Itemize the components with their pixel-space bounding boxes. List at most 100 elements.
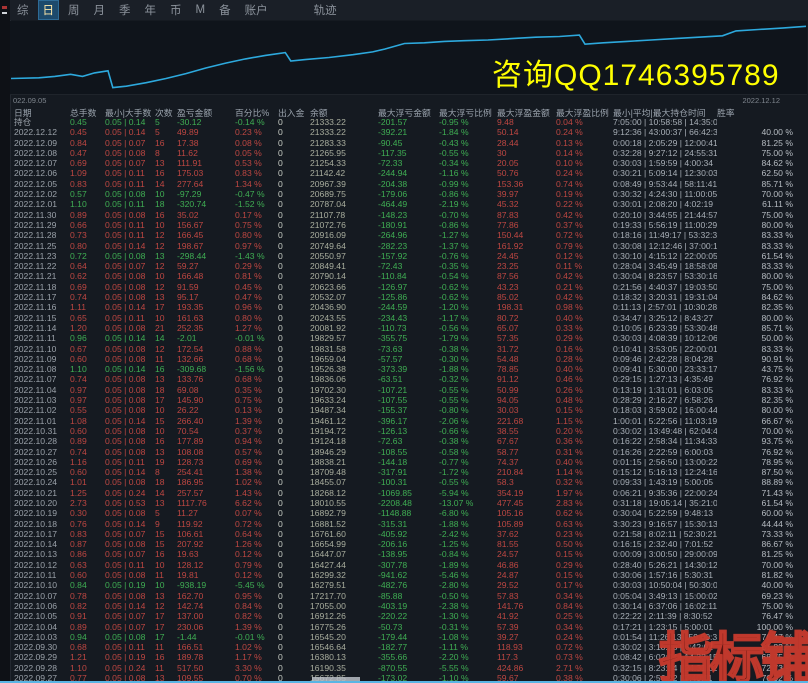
table-row[interactable]: 2022.10.261.160.05 | 0.1119128.730.69 %0… — [0, 457, 808, 467]
table-row[interactable]: 2022.10.170.830.05 | 0.0715106.610.64 %0… — [0, 529, 808, 539]
table-row[interactable]: 2022.11.280.730.05 | 0.1112166.450.80 %0… — [0, 230, 808, 240]
table-row[interactable]: 2022.10.190.300.05 | 0.08511.270.07 %016… — [0, 508, 808, 518]
table-row[interactable]: 2022.10.070.780.05 | 0.0813162.700.95 %0… — [0, 591, 808, 601]
cell-max-float-profit: 85.02 — [497, 292, 556, 302]
table-row[interactable]: 持仓0.450.05 | 0.145-30.12-0.14 %021333.22… — [0, 117, 808, 127]
table-row[interactable]: 2022.10.180.760.05 | 0.149119.920.72 %01… — [0, 519, 808, 529]
table-row[interactable]: 2022.10.140.870.05 | 0.0815207.921.26 %0… — [0, 539, 808, 549]
tab-daily[interactable]: 日 — [38, 0, 60, 20]
cell-lots: 0.89 — [70, 210, 105, 220]
table-row[interactable]: 2022.10.040.890.05 | 0.0717230.061.39 %0… — [0, 622, 808, 632]
cell-balance: 18455.07 — [310, 477, 378, 487]
cell-minmax-lots: 0.05 | 0.08 — [105, 282, 155, 292]
table-row[interactable]: 2022.11.300.890.05 | 0.081635.020.17 %02… — [0, 210, 808, 220]
table-row[interactable]: 2022.12.090.840.05 | 0.071617.380.08 %02… — [0, 138, 808, 148]
tab-currency[interactable]: 币 — [165, 0, 187, 20]
cell-balance: 20081.92 — [310, 323, 378, 333]
cell-date: 2022.11.02 — [14, 405, 70, 415]
table-row[interactable]: 2022.10.120.630.05 | 0.1110128.120.79 %0… — [0, 560, 808, 570]
table-row[interactable]: 2022.12.050.830.05 | 0.1114277.641.34 %0… — [0, 179, 808, 189]
table-row[interactable]: 2022.11.011.080.05 | 0.1415266.401.39 %0… — [0, 416, 808, 426]
cell-minmax-lots: 0.05 | 0.11 — [105, 179, 155, 189]
cell-trades: 12 — [155, 261, 177, 271]
cell-balance: 16299.32 — [310, 570, 378, 580]
cell-minmax-lots: 0.05 | 0.07 — [105, 529, 155, 539]
cell-lots: 0.80 — [70, 241, 105, 251]
table-row[interactable]: 2022.12.080.470.05 | 0.08811.620.05 %021… — [0, 148, 808, 158]
table-row[interactable]: 2022.10.280.890.05 | 0.0816177.890.94 %0… — [0, 436, 808, 446]
tab-yearly[interactable]: 年 — [140, 0, 162, 20]
table-row[interactable]: 2022.11.040.970.05 | 0.081869.080.35 %01… — [0, 385, 808, 395]
table-row[interactable]: 2022.11.081.100.05 | 0.1416-309.68-1.56 … — [0, 364, 808, 374]
table-row[interactable]: 2022.10.030.940.05 | 0.0817-1.44-0.01 %0… — [0, 632, 808, 642]
cell-lots: 0.89 — [70, 436, 105, 446]
cell-minmax-lots: 0.05 | 0.07 — [105, 138, 155, 148]
cell-date: 2022.10.24 — [14, 477, 70, 487]
table-row[interactable]: 2022.10.310.600.05 | 0.081070.540.37 %01… — [0, 426, 808, 436]
tab-quarterly[interactable]: 季 — [114, 0, 136, 20]
cell-in-out: 0 — [278, 385, 310, 395]
cell-max-float-profit-pct: 0.16 % — [556, 344, 613, 354]
table-row[interactable]: 2022.11.090.600.05 | 0.0811132.660.68 %0… — [0, 354, 808, 364]
tab-monthly[interactable]: 月 — [89, 0, 111, 20]
table-row[interactable]: 2022.10.211.250.05 | 0.2414257.571.43 %0… — [0, 488, 808, 498]
cell-pnl: 95.17 — [177, 292, 235, 302]
table-row[interactable]: 2022.12.070.690.05 | 0.0713111.910.53 %0… — [0, 158, 808, 168]
table-row[interactable]: 2022.10.241.010.05 | 0.0818186.951.02 %0… — [0, 477, 808, 487]
cell-max-float-loss: -355.66 — [378, 652, 439, 662]
table-row[interactable]: 2022.11.110.960.05 | 0.1414-2.01-0.01 %0… — [0, 333, 808, 343]
cell-date: 2022.11.23 — [14, 251, 70, 261]
cell-pct: 1.27 % — [235, 323, 278, 333]
cell-max-float-profit: 24.45 — [497, 251, 556, 261]
table-row[interactable]: 2022.11.030.970.05 | 0.0817145.900.75 %0… — [0, 395, 808, 405]
table-row[interactable]: 2022.11.070.740.05 | 0.0813133.760.68 %0… — [0, 374, 808, 384]
table-row[interactable]: 2022.11.161.110.05 | 0.1417193.350.96 %0… — [0, 302, 808, 312]
table-row[interactable]: 2022.12.061.090.05 | 0.1116175.030.83 %0… — [0, 168, 808, 178]
tab-account[interactable]: 账户 — [240, 0, 273, 20]
cell-lots: 0.60 — [70, 570, 105, 580]
table-row[interactable]: 2022.10.110.600.05 | 0.081119.810.12 %01… — [0, 570, 808, 580]
cell-lots: 0.74 — [70, 447, 105, 457]
table-row[interactable]: 2022.10.250.600.05 | 0.148254.411.38 %01… — [0, 467, 808, 477]
table-row[interactable]: 2022.09.281.100.05 | 0.2411517.503.30 %0… — [0, 663, 808, 673]
table-row[interactable]: 2022.11.230.720.05 | 0.0813-298.44-1.43 … — [0, 251, 808, 261]
cell-balance: 16545.20 — [310, 632, 378, 642]
cell-balance: 19461.12 — [310, 416, 378, 426]
table-row[interactable]: 2022.11.220.640.05 | 0.071259.270.29 %02… — [0, 261, 808, 271]
table-row[interactable]: 2022.11.170.740.05 | 0.081395.170.47 %02… — [0, 292, 808, 302]
table-row[interactable]: 2022.11.210.620.05 | 0.0810166.480.81 %0… — [0, 271, 808, 281]
table-row[interactable]: 2022.11.250.800.05 | 0.1412198.670.97 %0… — [0, 241, 808, 251]
table-row[interactable]: 2022.11.150.650.05 | 0.1110161.630.80 %0… — [0, 313, 808, 323]
cell-minmax-lots: 0.05 | 0.08 — [105, 447, 155, 457]
cell-winrate: 75.00 % — [717, 282, 807, 292]
cell-max-float-profit-pct: 0.33 % — [556, 323, 613, 333]
table-row[interactable]: 2022.09.291.210.05 | 0.1916189.781.17 %0… — [0, 652, 808, 662]
table-row[interactable]: 2022.12.011.100.05 | 0.1118-320.74-1.52 … — [0, 199, 808, 209]
cell-in-out: 0 — [278, 261, 310, 271]
cell-max-float-profit: 29.52 — [497, 580, 556, 590]
daily-stats-table: 持仓0.450.05 | 0.145-30.12-0.14 %021333.22… — [0, 117, 808, 683]
table-row[interactable]: 2022.10.050.910.05 | 0.0717137.000.82 %0… — [0, 611, 808, 621]
table-row[interactable]: 2022.10.202.730.05 | 0.53131117.766.62 %… — [0, 498, 808, 508]
table-row[interactable]: 2022.11.100.670.05 | 0.0812172.540.88 %0… — [0, 344, 808, 354]
cell-max-float-loss: -107.55 — [378, 395, 439, 405]
table-row[interactable]: 2022.11.290.660.05 | 0.1110156.670.75 %0… — [0, 220, 808, 230]
tab-backup[interactable]: 备 — [214, 0, 236, 20]
table-row[interactable]: 2022.12.120.450.05 | 0.14549.890.23 %021… — [0, 127, 808, 137]
table-row[interactable]: 2022.11.180.690.05 | 0.081291.590.45 %02… — [0, 282, 808, 292]
table-row[interactable]: 2022.12.020.570.05 | 0.0810-97.29-0.47 %… — [0, 189, 808, 199]
table-row[interactable]: 2022.11.020.550.05 | 0.081026.220.13 %01… — [0, 405, 808, 415]
table-row[interactable]: 2022.09.300.680.05 | 0.1111166.511.02 %0… — [0, 642, 808, 652]
table-row[interactable]: 2022.10.270.740.05 | 0.0813108.080.57 %0… — [0, 447, 808, 457]
cell-max-float-profit-pct: 0.22 % — [556, 199, 613, 209]
tab-weekly[interactable]: 周 — [63, 0, 85, 20]
tab-m[interactable]: M — [191, 2, 211, 18]
table-row[interactable]: 2022.10.060.820.05 | 0.1412142.740.84 %0… — [0, 601, 808, 611]
cell-minmax-lots: 0.05 | 0.08 — [105, 436, 155, 446]
tab-summary[interactable]: 综 — [12, 0, 34, 20]
tab-trail[interactable]: 轨迹 — [309, 0, 342, 20]
table-row[interactable]: 2022.11.141.200.05 | 0.0821252.351.27 %0… — [0, 323, 808, 333]
cell-pct: 0.23 % — [235, 127, 278, 137]
table-row[interactable]: 2022.10.100.840.05 | 0.1910-938.19-5.45 … — [0, 580, 808, 590]
table-row[interactable]: 2022.10.130.860.05 | 0.071619.630.12 %01… — [0, 549, 808, 559]
